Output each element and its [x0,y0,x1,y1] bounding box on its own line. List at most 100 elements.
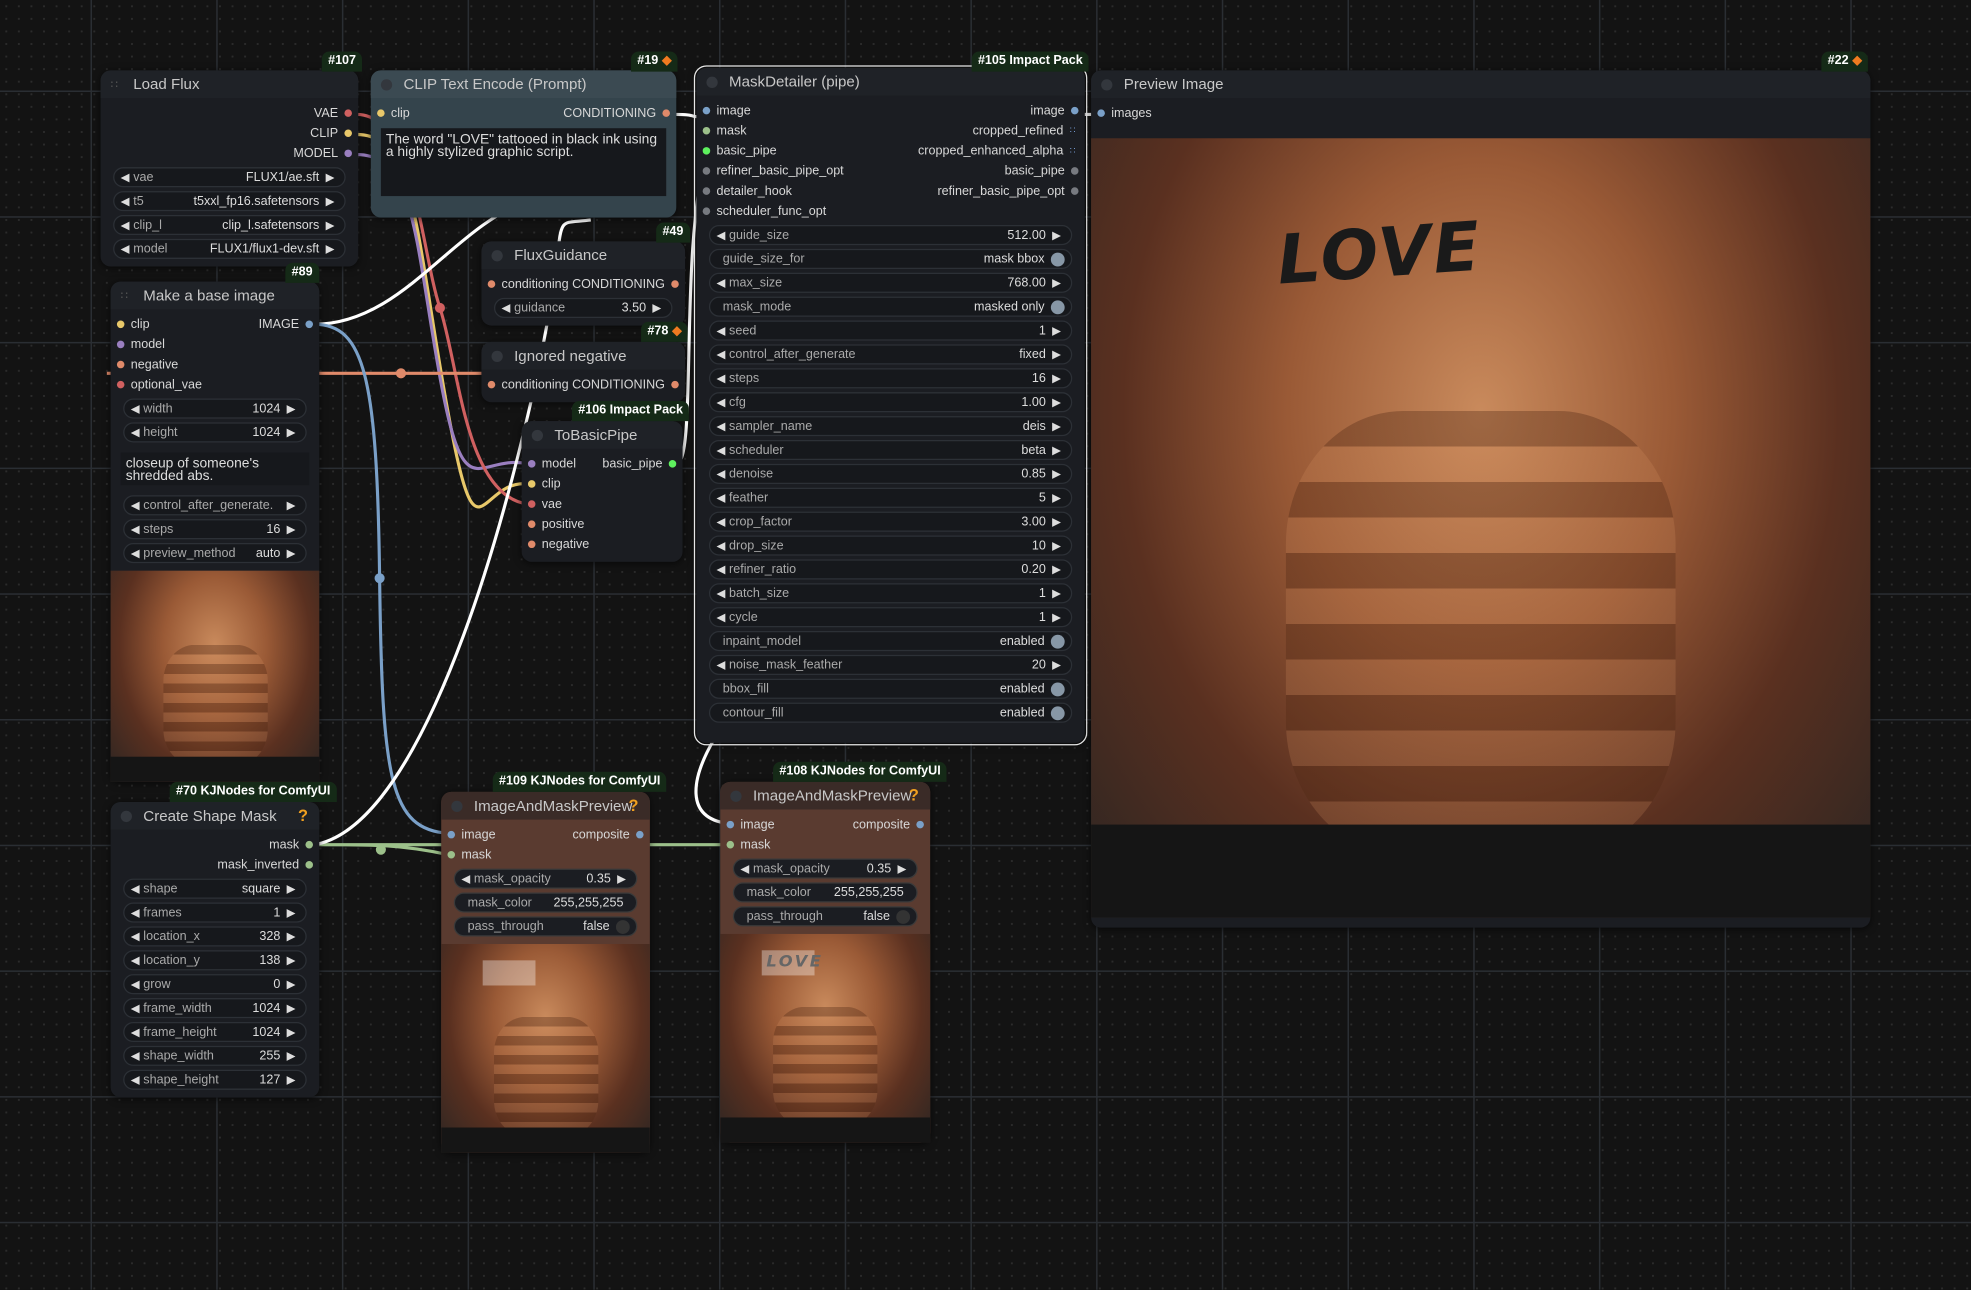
node-header[interactable]: Ignored negative [481,341,686,370]
node-header[interactable]: ∷ Make a base image [110,281,320,310]
arrow-right-icon[interactable]: ▶ [1052,610,1065,624]
slot-dot-icon[interactable] [305,320,313,329]
widget-width[interactable]: ◀ width 1024 ▶ [123,398,307,419]
arrow-right-icon[interactable]: ▶ [287,1049,300,1063]
node-to-basic-pipe[interactable]: ToBasicPipe model basic_pipe clip vae positiv… [521,421,683,562]
arrow-left-icon[interactable]: ◀ [131,522,144,536]
toggle-icon[interactable] [1050,634,1065,648]
widget-shape-height[interactable]: ◀ shape_height 127 ▶ [123,1069,307,1090]
output-slot[interactable]: composite [853,818,930,832]
node-iamp-108[interactable]: ImageAndMaskPreview? image composite mask ◀ m… [720,781,931,1143]
slot-dot-icon[interactable] [527,460,536,468]
widget-drop-size[interactable]: ◀ drop_size 10 ▶ [708,535,1073,556]
node-mask-detailer[interactable]: MaskDetailer (pipe) image image mask cropped… [693,65,1088,746]
arrow-left-icon[interactable]: ◀ [716,419,729,433]
arrow-right-icon[interactable]: ▶ [287,977,300,991]
slot-dot-icon[interactable] [636,830,644,839]
arrow-right-icon[interactable]: ▶ [326,194,339,208]
toggle-icon[interactable] [896,909,911,924]
slot-dot-icon[interactable] [1070,187,1079,195]
arrow-left-icon[interactable]: ◀ [716,515,729,529]
output-slot[interactable]: CONDITIONING [572,277,685,291]
arrow-left-icon[interactable]: ◀ [716,467,729,481]
arrow-right-icon[interactable]: ▶ [287,522,300,536]
widget-clip-l[interactable]: ◀ clip_l clip_l.safetensors ▶ [113,214,346,236]
widget-model[interactable]: ◀ model FLUX1/flux1-dev.sft ▶ [113,238,346,259]
node-graph-canvas[interactable]: ∷ Load Flux VAE CLIP MODEL ◀ vae FLUX1/ae.sft ▶ ◀… [0,0,1971,1290]
node-base-image[interactable]: ∷ Make a base image clip IMAGE model negative… [110,281,320,782]
output-slot[interactable]: basic_pipe [1005,164,1085,178]
grid-icon[interactable]: ∷ [1070,126,1079,135]
widget-guide-size[interactable]: ◀ guide_size 512.00 ▶ [708,225,1073,246]
node-preview[interactable]: Preview Image images LOVE [1091,70,1871,928]
arrow-left-icon[interactable]: ◀ [131,1001,144,1015]
slot-dot-icon[interactable] [344,109,352,117]
grip-icon[interactable]: ∷ [121,289,132,301]
arrow-left-icon[interactable]: ◀ [121,242,134,256]
collapse-dot-icon[interactable] [706,76,718,88]
collapse-dot-icon[interactable] [380,78,393,90]
widget-mask-mode[interactable]: mask_mode masked only [708,296,1073,317]
arrow-right-icon[interactable]: ▶ [287,882,300,896]
arrow-left-icon[interactable]: ◀ [131,546,144,560]
widget-max-size[interactable]: ◀ max_size 768.00 ▶ [708,272,1073,293]
arrow-left-icon[interactable]: ◀ [716,563,729,577]
output-slot[interactable]: MODEL [293,146,358,160]
toggle-icon[interactable] [615,919,630,934]
input-slot[interactable]: clip [522,477,561,491]
node-header[interactable]: ToBasicPipe [521,421,683,449]
input-slot[interactable]: image [441,828,496,842]
arrow-left-icon[interactable]: ◀ [716,324,729,338]
node-shape-mask[interactable]: Create Shape Mask? mask mask_inverted ◀ shap… [110,801,320,1098]
arrow-left-icon[interactable]: ◀ [716,539,729,553]
arrow-left-icon[interactable]: ◀ [131,906,144,920]
input-slot[interactable]: negative [522,537,589,551]
arrow-right-icon[interactable]: ▶ [287,1001,300,1015]
collapse-dot-icon[interactable] [120,810,132,822]
node-header[interactable]: ∷ Load Flux [100,70,359,99]
node-header[interactable]: ImageAndMaskPreview? [441,791,650,820]
input-slot[interactable]: clip [111,317,150,331]
widget-cfg[interactable]: ◀ cfg 1.00 ▶ [708,392,1073,413]
slot-dot-icon[interactable] [702,126,711,135]
arrow-right-icon[interactable]: ▶ [1052,563,1065,577]
node-header[interactable]: Create Shape Mask? [110,801,320,830]
arrow-right-icon[interactable]: ▶ [287,425,300,439]
arrow-left-icon[interactable]: ◀ [716,586,729,600]
node-header[interactable]: ImageAndMaskPreview? [720,781,931,810]
arrow-right-icon[interactable]: ▶ [1052,276,1065,290]
arrow-right-icon[interactable]: ▶ [617,872,630,886]
arrow-left-icon[interactable]: ◀ [121,194,134,208]
slot-dot-icon[interactable] [116,340,125,349]
collapse-dot-icon[interactable] [451,800,463,812]
arrow-right-icon[interactable]: ▶ [1052,371,1065,385]
widget-frame-width[interactable]: ◀ frame_width 1024 ▶ [123,998,307,1019]
input-slot[interactable]: detailer_hook [696,184,792,198]
arrow-left-icon[interactable]: ◀ [502,301,515,315]
input-slot[interactable]: conditioning [481,378,569,392]
arrow-right-icon[interactable]: ▶ [287,1025,300,1039]
widget-vae[interactable]: ◀ vae FLUX1/ae.sft ▶ [113,167,346,188]
widget-shape-width[interactable]: ◀ shape_width 255 ▶ [123,1045,307,1066]
arrow-left-icon[interactable]: ◀ [131,498,144,512]
arrow-left-icon[interactable]: ◀ [131,425,144,439]
slot-dot-icon[interactable] [702,187,711,195]
node-load-flux[interactable]: ∷ Load Flux VAE CLIP MODEL ◀ vae FLUX1/ae.sft ▶ ◀… [100,70,359,267]
input-slot[interactable]: negative [111,358,178,371]
widget-contour-fill[interactable]: contour_fill enabled [708,702,1073,723]
widget-location-y[interactable]: ◀ location_y 138 ▶ [123,950,307,971]
input-slot[interactable]: positive [522,517,584,531]
arrow-left-icon[interactable]: ◀ [131,402,144,416]
toggle-icon[interactable] [1050,705,1065,720]
widget-mask-color[interactable]: mask_color 255,255,255 [732,882,918,903]
slot-dot-icon[interactable] [671,280,679,288]
widget-pass-through[interactable]: pass_through false [453,916,638,937]
slot-dot-icon[interactable] [527,480,536,488]
slot-dot-icon[interactable] [702,106,711,115]
node-flux-guidance[interactable]: FluxGuidance conditioning CONDITIONING ◀ gui… [481,241,686,326]
grid-icon[interactable]: ∷ [1070,146,1079,155]
widget-mask-opacity[interactable]: ◀ mask_opacity 0.35 ▶ [732,858,918,879]
slot-dot-icon[interactable] [702,167,711,175]
output-slot[interactable]: CONDITIONING [572,378,685,392]
input-slot[interactable]: mask [720,838,770,852]
